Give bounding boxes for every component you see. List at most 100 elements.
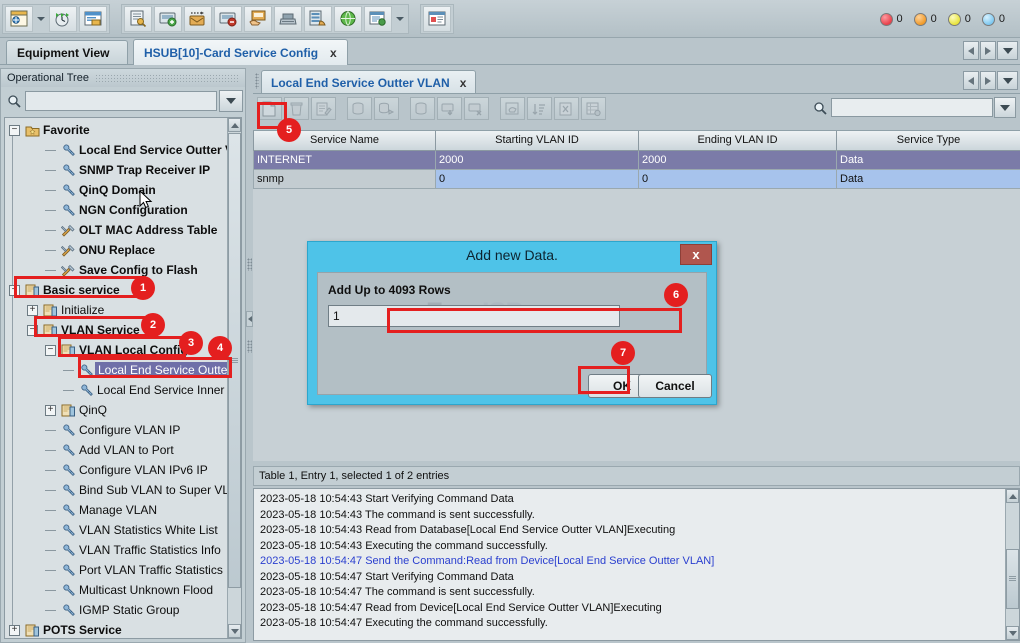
expand-toggle-icon[interactable]: + xyxy=(9,625,20,636)
tree-node[interactable]: +POTS Service xyxy=(5,620,227,638)
column-header-ending-vlan-id[interactable]: Ending VLAN ID xyxy=(639,131,837,150)
table-search-dropdown-button[interactable] xyxy=(994,97,1016,118)
report-window-icon[interactable] xyxy=(364,6,392,32)
tree-node[interactable]: +Initialize xyxy=(5,300,227,320)
tree-node[interactable]: IGMP Static Group xyxy=(5,600,227,620)
write-to-database-button[interactable] xyxy=(374,97,399,120)
device-hand-icon[interactable] xyxy=(244,6,272,32)
scroll-thumb[interactable] xyxy=(1006,549,1019,609)
tree-node[interactable]: Local End Service Outte xyxy=(5,360,227,380)
tree-node[interactable]: QinQ Domain xyxy=(5,180,227,200)
alarm-panel-icon[interactable] xyxy=(423,6,451,32)
tree-node[interactable]: Add VLAN to Port xyxy=(5,440,227,460)
content-tab-scroll-left-button[interactable] xyxy=(963,71,979,90)
tree-node[interactable]: Configure VLAN IPv6 IP xyxy=(5,460,227,480)
log-scrollbar[interactable] xyxy=(1005,489,1019,640)
critical-alarm-lamp[interactable] xyxy=(880,13,893,26)
add-row-button[interactable] xyxy=(257,97,282,120)
delete-from-device-button[interactable] xyxy=(464,97,489,120)
read-from-device-button[interactable] xyxy=(410,97,435,120)
tree-node[interactable]: Local End Service Outter VLAN xyxy=(5,140,227,160)
tree-node[interactable]: Local End Service Inner xyxy=(5,380,227,400)
rack-view-icon[interactable] xyxy=(304,6,332,32)
device-manager-icon[interactable] xyxy=(5,6,33,32)
tab-equipment-view[interactable]: Equipment View xyxy=(6,40,128,64)
cell-service-name[interactable]: INTERNET xyxy=(254,150,436,169)
dropdown-caret-icon[interactable] xyxy=(34,6,47,32)
column-header-starting-vlan-id[interactable]: Starting VLAN ID xyxy=(436,131,639,150)
scheduled-task-icon[interactable] xyxy=(49,6,77,32)
major-alarm-lamp[interactable] xyxy=(914,13,927,26)
edit-row-button[interactable] xyxy=(311,97,336,120)
expand-toggle-icon[interactable]: + xyxy=(27,305,38,316)
column-header-service-type[interactable]: Service Type xyxy=(837,131,1020,150)
tree-search-input[interactable] xyxy=(25,91,217,111)
scroll-thumb[interactable] xyxy=(228,133,241,588)
table-search-input[interactable] xyxy=(831,98,993,117)
read-from-database-button[interactable] xyxy=(347,97,372,120)
cancel-button[interactable]: Cancel xyxy=(638,374,712,398)
cell-starting-vlan-id[interactable]: 2000 xyxy=(436,150,639,169)
minor-alarm-lamp[interactable] xyxy=(948,13,961,26)
table-row[interactable]: INTERNET 2000 2000 Data xyxy=(254,150,1020,169)
tree-node[interactable]: Bind Sub VLAN to Super VL xyxy=(5,480,227,500)
warning-alarm-lamp[interactable] xyxy=(982,13,995,26)
tree-node[interactable]: Manage VLAN xyxy=(5,500,227,520)
onu-window-icon[interactable] xyxy=(79,6,107,32)
content-tab-list-dropdown-button[interactable] xyxy=(997,71,1018,90)
cell-service-type[interactable]: Data xyxy=(837,150,1020,169)
tree-node[interactable]: Multicast Unknown Flood xyxy=(5,580,227,600)
scroll-up-button[interactable] xyxy=(1006,489,1019,503)
scroll-up-button[interactable] xyxy=(228,118,241,132)
operational-tree[interactable]: −FavoriteLocal End Service Outter VLANSN… xyxy=(5,118,227,638)
tree-node[interactable]: −Basic service xyxy=(5,280,227,300)
drag-grip[interactable] xyxy=(255,73,259,89)
tree-node[interactable]: −VLAN Local Config xyxy=(5,340,227,360)
panel-splitter[interactable] xyxy=(246,68,253,643)
authorization-icon[interactable] xyxy=(124,6,152,32)
splitter-grip[interactable] xyxy=(247,340,252,353)
cell-service-name[interactable]: snmp xyxy=(254,169,436,188)
tab-scroll-left-button[interactable] xyxy=(963,41,979,60)
tab-scroll-right-button[interactable] xyxy=(980,41,996,60)
collapse-toggle-icon[interactable]: − xyxy=(45,345,56,356)
expand-toggle-icon[interactable]: + xyxy=(45,405,56,416)
collapse-toggle-icon[interactable]: − xyxy=(27,325,38,336)
column-header-service-name[interactable]: Service Name xyxy=(254,131,436,150)
collapse-toggle-icon[interactable]: − xyxy=(9,285,20,296)
network-globe-icon[interactable] xyxy=(334,6,362,32)
tree-node[interactable]: VLAN Statistics White List xyxy=(5,520,227,540)
cell-starting-vlan-id[interactable]: 0 xyxy=(436,169,639,188)
rows-count-input[interactable] xyxy=(328,305,620,327)
tree-node[interactable]: Port VLAN Traffic Statistics xyxy=(5,560,227,580)
tree-node[interactable]: VLAN Traffic Statistics Info xyxy=(5,540,227,560)
drag-grip[interactable] xyxy=(95,74,239,83)
export-excel-button[interactable] xyxy=(554,97,579,120)
tree-node[interactable]: +QinQ xyxy=(5,400,227,420)
cell-service-type[interactable]: Data xyxy=(837,169,1020,188)
cell-ending-vlan-id[interactable]: 2000 xyxy=(639,150,837,169)
sort-button[interactable] xyxy=(527,97,552,120)
select-all-button[interactable] xyxy=(500,97,525,120)
tree-node[interactable]: Save Config to Flash xyxy=(5,260,227,280)
scroll-down-button[interactable] xyxy=(1006,626,1019,640)
tree-scrollbar[interactable] xyxy=(227,118,241,638)
splitter-grip[interactable] xyxy=(247,258,252,271)
close-icon[interactable]: x xyxy=(330,46,337,60)
tab-card-service-config[interactable]: HSUB[10]-Card Service Config x xyxy=(133,39,348,65)
tree-node[interactable]: ONU Replace xyxy=(5,240,227,260)
close-icon[interactable]: x xyxy=(460,76,467,90)
tab-local-end-service-outter-vlan[interactable]: Local End Service Outter VLAN x xyxy=(261,70,476,94)
table-row[interactable]: snmp 0 0 Data xyxy=(254,169,1020,188)
splitter-collapse-button[interactable] xyxy=(246,311,253,327)
delete-device-icon[interactable] xyxy=(214,6,242,32)
tree-node[interactable]: NGN Configuration xyxy=(5,200,227,220)
settings-export-button[interactable] xyxy=(581,97,606,120)
cell-ending-vlan-id[interactable]: 0 xyxy=(639,169,837,188)
discover-device-icon[interactable] xyxy=(184,6,212,32)
add-device-icon[interactable] xyxy=(154,6,182,32)
close-icon[interactable]: x xyxy=(680,244,712,265)
tree-node[interactable]: SNMP Trap Receiver IP xyxy=(5,160,227,180)
write-to-device-button[interactable] xyxy=(437,97,462,120)
tree-node[interactable]: Configure VLAN IP xyxy=(5,420,227,440)
